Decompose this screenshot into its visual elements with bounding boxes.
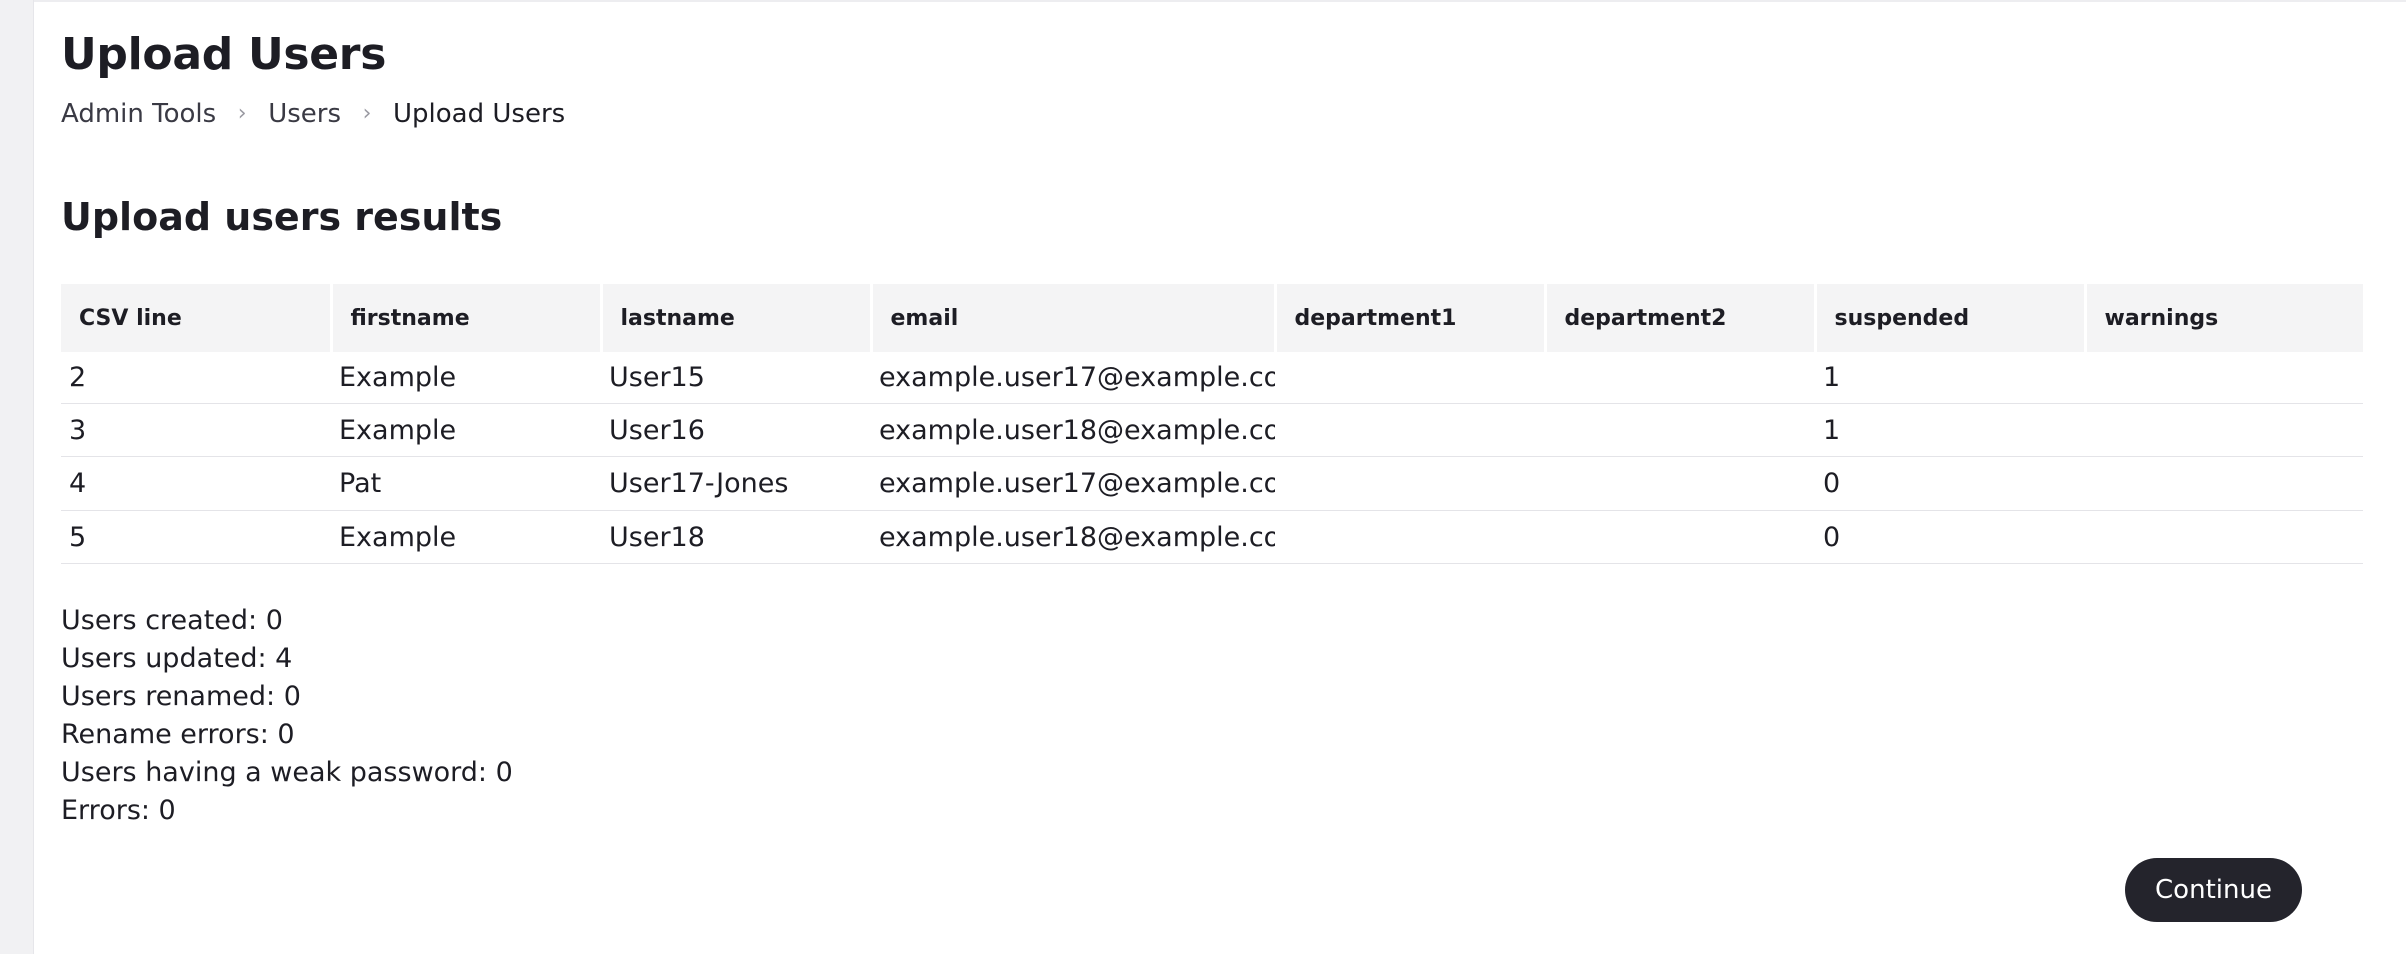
cell-firstname: Pat [331, 456, 601, 511]
column-header-email: email [871, 284, 1277, 352]
table-row: 3 Example User16 example.user18@example.… [61, 403, 2363, 457]
upload-summary: Users created: 0 Users updated: 4 Users … [61, 602, 513, 830]
table-row: 4 Pat User17-Jones example.user17@exampl… [61, 456, 2363, 511]
cell-warnings [2085, 510, 2363, 564]
column-header-lastname: lastname [601, 284, 873, 352]
column-header-csv-line: CSV line [61, 284, 333, 352]
cell-lastname: User16 [601, 403, 871, 457]
continue-button[interactable]: Continue [2125, 858, 2302, 922]
left-drawer-strip [0, 0, 34, 954]
cell-department2 [1545, 403, 1815, 457]
cell-email: example.user18@example.com [871, 403, 1275, 457]
cell-email: example.user17@example.com [871, 456, 1275, 511]
cell-warnings [2085, 456, 2363, 511]
breadcrumb-admin-tools[interactable]: Admin Tools [61, 96, 216, 132]
breadcrumb: Admin Tools › Users › Upload Users [61, 96, 565, 132]
cell-suspended: 0 [1815, 510, 2085, 564]
cell-department1 [1275, 352, 1545, 404]
page-title: Upload Users [61, 29, 387, 80]
breadcrumb-users[interactable]: Users [268, 96, 341, 132]
cell-lastname: User15 [601, 352, 871, 404]
cell-department2 [1545, 352, 1815, 404]
column-header-department2: department2 [1545, 284, 1817, 352]
top-divider [34, 0, 2406, 2]
cell-email: example.user17@example.com [871, 352, 1275, 404]
summary-errors: Errors: 0 [61, 795, 176, 826]
cell-csv-line: 5 [61, 510, 331, 564]
cell-csv-line: 4 [61, 456, 331, 511]
column-header-department1: department1 [1275, 284, 1547, 352]
cell-suspended: 1 [1815, 352, 2085, 404]
summary-weak-password: Users having a weak password: 0 [61, 757, 513, 788]
chevron-right-icon: › [362, 101, 372, 126]
table-row: 5 Example User18 example.user18@example.… [61, 510, 2363, 564]
summary-users-renamed: Users renamed: 0 [61, 681, 301, 712]
table-row: 2 Example User15 example.user17@example.… [61, 352, 2363, 404]
cell-warnings [2085, 352, 2363, 404]
column-header-warnings: warnings [2085, 284, 2363, 352]
cell-firstname: Example [331, 403, 601, 457]
cell-department1 [1275, 456, 1545, 511]
section-title: Upload users results [61, 195, 503, 239]
cell-csv-line: 3 [61, 403, 331, 457]
cell-email: example.user18@example.com [871, 510, 1275, 564]
cell-lastname: User17-Jones [601, 456, 871, 511]
cell-suspended: 0 [1815, 456, 2085, 511]
column-header-firstname: firstname [331, 284, 603, 352]
summary-rename-errors: Rename errors: 0 [61, 719, 295, 750]
cell-department2 [1545, 510, 1815, 564]
cell-suspended: 1 [1815, 403, 2085, 457]
summary-users-updated: Users updated: 4 [61, 643, 293, 674]
cell-firstname: Example [331, 352, 601, 404]
cell-department1 [1275, 403, 1545, 457]
cell-warnings [2085, 403, 2363, 457]
cell-csv-line: 2 [61, 352, 331, 404]
summary-users-created: Users created: 0 [61, 605, 283, 636]
upload-results-table: CSV line firstname lastname email depart… [61, 284, 2363, 564]
chevron-right-icon: › [237, 101, 247, 126]
table-header-row: CSV line firstname lastname email depart… [61, 284, 2363, 352]
column-header-suspended: suspended [1815, 284, 2087, 352]
cell-lastname: User18 [601, 510, 871, 564]
cell-firstname: Example [331, 510, 601, 564]
breadcrumb-current: Upload Users [393, 99, 566, 129]
cell-department2 [1545, 456, 1815, 511]
cell-department1 [1275, 510, 1545, 564]
